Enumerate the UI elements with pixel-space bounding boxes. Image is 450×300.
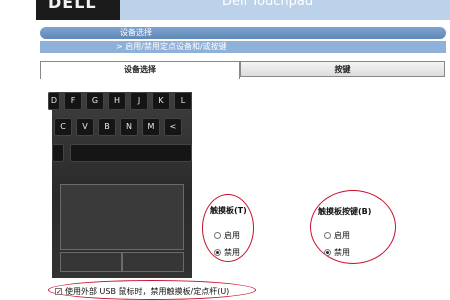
key: V [76,118,94,136]
key: K [152,92,170,110]
buttons-enable-option[interactable]: 启用 [324,230,350,241]
touchpad-surface [60,184,184,250]
app-title: Dell Touchpad [222,0,314,9]
option-label: 禁用 [224,248,240,257]
tab-buttons[interactable]: 按键 [240,61,445,77]
section-bar[interactable] [40,27,446,39]
radio-button[interactable] [324,249,331,256]
touchpad-enable-option[interactable]: 启用 [214,230,240,241]
touchpad-disable-option[interactable]: 禁用 [214,247,240,258]
option-label: 启用 [224,231,240,240]
touchpad-buttons-group-label: 触摸板按键(B) [318,207,372,216]
subsection-bar[interactable] [40,41,446,53]
keyboard-touchpad-image: D F G H J K L C V B N M < [48,92,192,278]
radio-button[interactable] [214,249,221,256]
touchpad-left-button [60,252,122,272]
key: J [130,92,148,110]
key: F [64,92,82,110]
spacebar [70,144,192,162]
radio-button[interactable] [324,232,331,239]
key: M [142,118,160,136]
touchpad-group-label: 触摸板(T) [210,206,247,215]
key: N [120,118,138,136]
usb-disable-checkbox[interactable]: ✓ [55,288,62,296]
key [52,144,64,162]
option-label: 启用 [334,231,350,240]
touchpad-right-button [122,252,184,272]
dell-logo: DELL [48,0,97,12]
key: D [48,92,60,110]
tab-device-select[interactable]: 设备选择 [40,61,240,79]
subsection-title: > 启用/禁用定点设备和/或按键 [116,42,227,51]
radio-button[interactable] [214,232,221,239]
key: < [164,118,182,136]
key: L [174,92,192,110]
buttons-disable-option[interactable]: 禁用 [324,247,350,258]
key: C [54,118,72,136]
option-label: 禁用 [334,248,350,257]
key: H [108,92,126,110]
section-title: 设备选择 [120,28,152,37]
key: B [98,118,116,136]
highlight-circle [310,190,396,264]
key: G [86,92,104,110]
usb-disable-checkbox-label: 使用外部 USB 鼠标时，禁用触摸板/定点杆(U) [65,287,230,296]
